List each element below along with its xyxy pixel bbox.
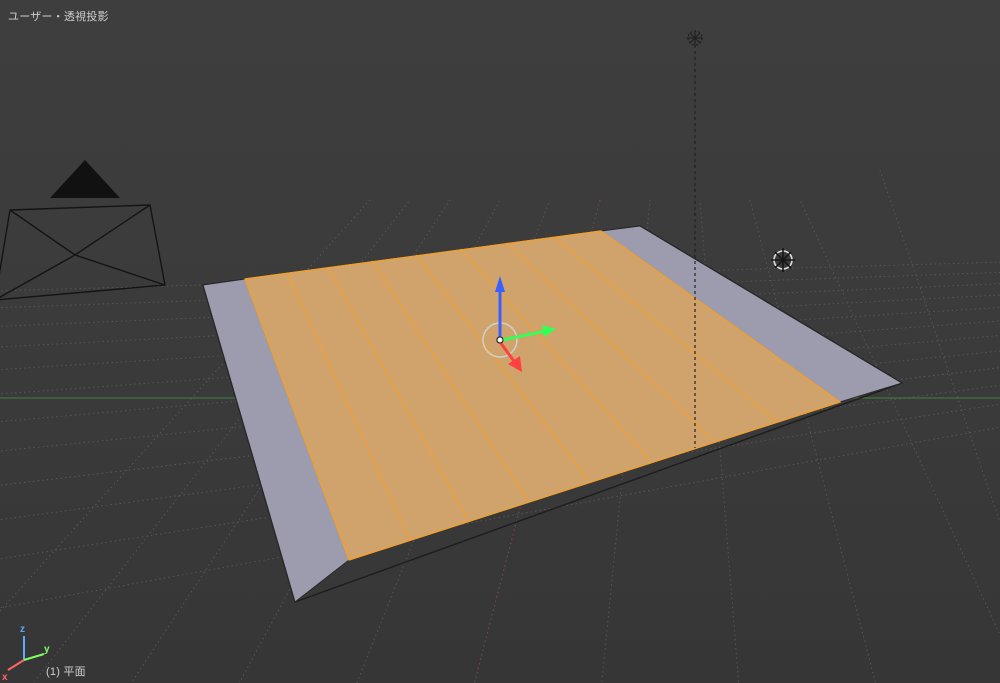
camera-object[interactable] xyxy=(0,160,165,300)
mini-axis-indicator: z y x xyxy=(2,624,50,683)
svg-text:z: z xyxy=(20,624,25,635)
svg-text:y: y xyxy=(44,644,50,655)
mesh-plane[interactable] xyxy=(203,226,902,602)
scene-svg: z y x xyxy=(0,0,1000,683)
viewport-3d[interactable]: ユーザー・透視投影 (1) 平面 xyxy=(0,0,1000,683)
svg-text:x: x xyxy=(2,672,8,683)
